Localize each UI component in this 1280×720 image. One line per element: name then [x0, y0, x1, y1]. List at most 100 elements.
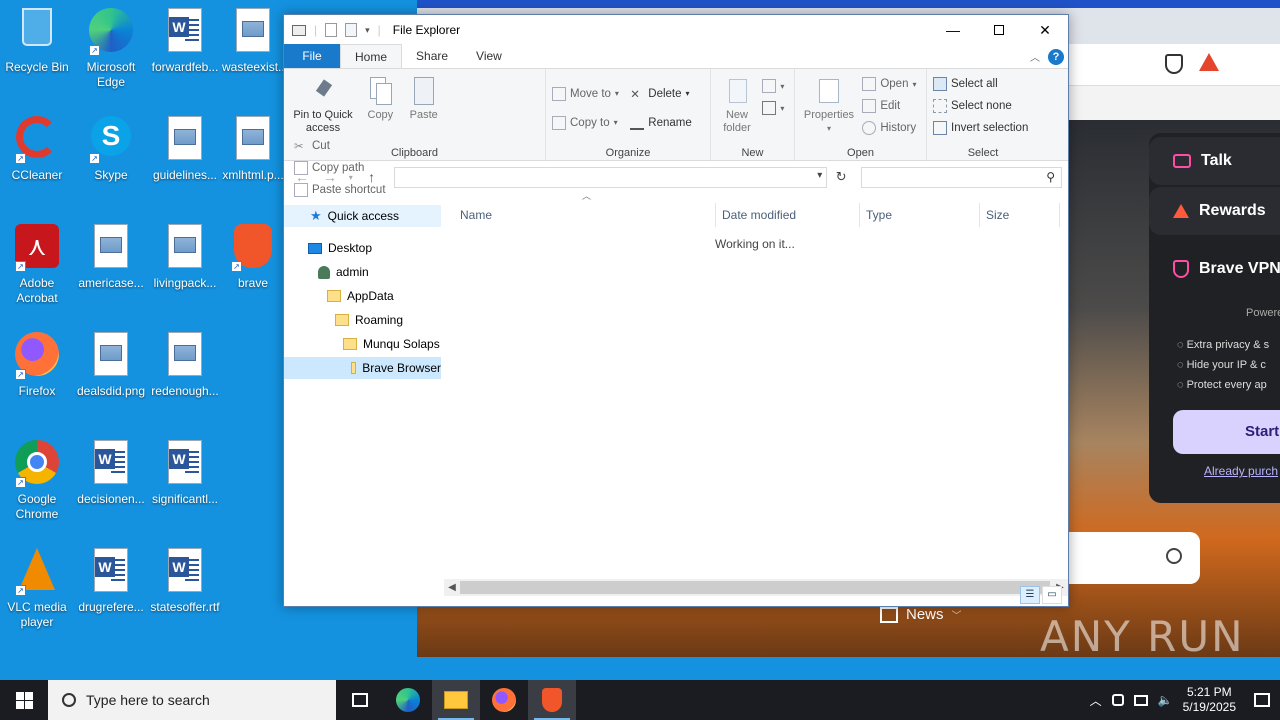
tab-share[interactable]: Share: [402, 44, 462, 68]
close-button[interactable]: ✕: [1022, 15, 1068, 45]
horizontal-scrollbar[interactable]: ◀ ▶: [444, 579, 1068, 596]
desktop-icon-livingpack[interactable]: livingpack...: [148, 218, 222, 291]
tab-view[interactable]: View: [462, 44, 516, 68]
rewards-row[interactable]: Rewards: [1149, 187, 1280, 235]
desktop-icon-significantl[interactable]: W significantl...: [148, 434, 222, 507]
start-button[interactable]: [0, 680, 48, 720]
scroll-left-arrow-icon[interactable]: ◀: [444, 579, 460, 596]
desktop-icon-americase[interactable]: americase...: [74, 218, 148, 291]
tree-item-brave-browser[interactable]: Brave Browser: [284, 357, 441, 379]
properties-qat-icon[interactable]: [325, 23, 338, 37]
copy-button[interactable]: Copy: [361, 73, 399, 122]
desktop-icon-ccleaner[interactable]: ↗ CCleaner: [0, 110, 74, 183]
desktop-icon-recycle-bin[interactable]: Recycle Bin: [0, 2, 74, 75]
large-icons-view-button[interactable]: ▭: [1042, 586, 1062, 604]
maximize-button[interactable]: [976, 15, 1022, 45]
tree-item-munqu-solaps[interactable]: Munqu Solaps: [343, 333, 441, 355]
title-bar[interactable]: | ▾ | File Explorer — ✕: [284, 15, 1068, 45]
desktop-icon-edge[interactable]: ↗ Microsoft Edge: [74, 2, 148, 90]
taskbar-search-box[interactable]: Type here to search: [48, 680, 336, 720]
column-header-date-modified[interactable]: Date modified: [716, 203, 860, 227]
device-icon[interactable]: [1111, 694, 1124, 706]
file-explorer-window[interactable]: | ▾ | File Explorer — ✕ File Home Share …: [283, 14, 1069, 607]
desktop-icon-decisionen[interactable]: W decisionen...: [74, 434, 148, 507]
brave-rewards-icon[interactable]: [1199, 53, 1219, 71]
help-button[interactable]: ?: [1048, 49, 1064, 65]
copy-path-button[interactable]: Copy path: [294, 157, 386, 179]
taskbar-clock[interactable]: 5:21 PM 5/19/2025: [1183, 685, 1236, 715]
desktop-icon-wasteexist[interactable]: wasteexist...: [222, 2, 284, 75]
brave-shields-icon[interactable]: [1165, 54, 1183, 74]
tab-home[interactable]: Home: [340, 44, 403, 68]
taskbar-firefox[interactable]: [480, 680, 528, 720]
tree-item-appdata[interactable]: AppData: [327, 285, 394, 307]
new-folder-qat-icon[interactable]: [345, 23, 358, 37]
paste-button[interactable]: Paste: [405, 73, 443, 122]
desktop-icon-brave[interactable]: ↗ brave: [222, 218, 284, 291]
desktop-icon-xmlhtml[interactable]: xmlhtml.p...: [222, 110, 284, 183]
taskbar-brave[interactable]: [528, 680, 576, 720]
tree-item-quick-access[interactable]: ★ Quick access: [284, 205, 441, 227]
desktop-icon-dealsdid[interactable]: dealsdid.png: [74, 326, 148, 399]
minimize-button[interactable]: —: [930, 15, 976, 45]
volume-icon[interactable]: 🔈: [1158, 693, 1173, 707]
address-dropdown-chevron-icon[interactable]: ▾: [817, 170, 822, 181]
tree-item-admin[interactable]: admin: [318, 261, 369, 283]
network-icon[interactable]: [1133, 694, 1148, 706]
desktop-icon-vlc[interactable]: ↗ VLC media player: [0, 542, 74, 630]
move-to-button[interactable]: Move to ▾: [552, 79, 619, 108]
window-title: File Explorer: [392, 23, 461, 37]
show-hidden-icons-chevron-icon[interactable]: ︿: [1090, 692, 1102, 709]
select-none-button[interactable]: Select none: [933, 95, 1033, 117]
column-header-type[interactable]: Type: [860, 203, 980, 227]
tree-item-roaming[interactable]: Roaming: [335, 309, 403, 331]
notification-center-icon[interactable]: [1254, 693, 1270, 707]
vpn-start-button[interactable]: Start: [1173, 410, 1280, 454]
paste-shortcut-button[interactable]: Paste shortcut: [294, 179, 386, 201]
scrollbar-thumb[interactable]: [460, 581, 1050, 594]
desktop-icon-adobe-acrobat[interactable]: ⋏ ↗ Adobe Acrobat: [0, 218, 74, 306]
history-button[interactable]: History: [862, 117, 916, 139]
invert-selection-button[interactable]: Invert selection: [933, 117, 1033, 139]
sort-ascending-icon: ︿: [582, 191, 592, 201]
chevron-down-icon: ▾: [780, 81, 785, 91]
desktop-icon-guidelines[interactable]: guidelines...: [148, 110, 222, 183]
talk-row[interactable]: Talk: [1149, 137, 1280, 185]
task-view-button[interactable]: [336, 680, 384, 720]
desktop-icon-google-chrome[interactable]: ↗ Google Chrome: [0, 434, 74, 522]
desktop-icon-skype[interactable]: S ↗ Skype: [74, 110, 148, 183]
refresh-button[interactable]: ↻: [831, 169, 851, 185]
navigation-pane[interactable]: ★ Quick access Desktop admin AppData Roa…: [284, 203, 441, 573]
already-purchased-link[interactable]: Already purch: [1204, 464, 1278, 478]
new-item-button[interactable]: ▾: [762, 75, 784, 97]
column-header-name[interactable]: Name: [454, 203, 716, 227]
tree-item-desktop[interactable]: Desktop: [308, 237, 372, 259]
pin-to-quick-access-button[interactable]: Pin to Quick access: [290, 73, 356, 135]
desktop-icon-forwardfeb[interactable]: W forwardfeb...: [148, 2, 222, 75]
desktop-icon-drugrefere[interactable]: W drugrefere...: [74, 542, 148, 615]
desktop-icon-redenough[interactable]: redenough...: [148, 326, 222, 399]
address-bar[interactable]: ▾: [393, 166, 828, 188]
new-folder-button[interactable]: New folder: [717, 73, 757, 135]
copy-to-button[interactable]: Copy to ▾: [552, 108, 619, 137]
details-view-button[interactable]: ☰: [1020, 586, 1040, 604]
taskbar-file-explorer[interactable]: [432, 680, 480, 720]
qat-customize-chevron-icon[interactable]: ▾: [365, 25, 370, 36]
open-button[interactable]: Open ▾: [862, 73, 917, 95]
ribbon-collapse-chevron-icon[interactable]: ︿: [1030, 49, 1040, 64]
news-button[interactable]: News ﹀: [880, 606, 962, 623]
search-box[interactable]: ⚲: [861, 166, 1063, 188]
easy-access-button[interactable]: ▾: [762, 97, 784, 119]
file-list[interactable]: ︿ Name Date modified Type Size Working o…: [444, 191, 1066, 573]
select-all-button[interactable]: Select all: [933, 73, 1033, 95]
edit-button[interactable]: Edit: [862, 95, 916, 117]
desktop-icon-firefox[interactable]: ↗ Firefox: [0, 326, 74, 399]
taskbar-edge[interactable]: [384, 680, 432, 720]
vpn-row[interactable]: Brave VPN: [1149, 241, 1280, 297]
desktop-icon-statesoffer[interactable]: W statesoffer.rtf: [148, 542, 222, 615]
properties-button[interactable]: Properties ▾: [801, 73, 857, 135]
column-header-size[interactable]: Size: [980, 203, 1060, 227]
rename-button[interactable]: Rename: [630, 108, 692, 137]
delete-button[interactable]: ✕ Delete ▾: [630, 79, 691, 108]
tab-file[interactable]: File: [284, 44, 340, 68]
